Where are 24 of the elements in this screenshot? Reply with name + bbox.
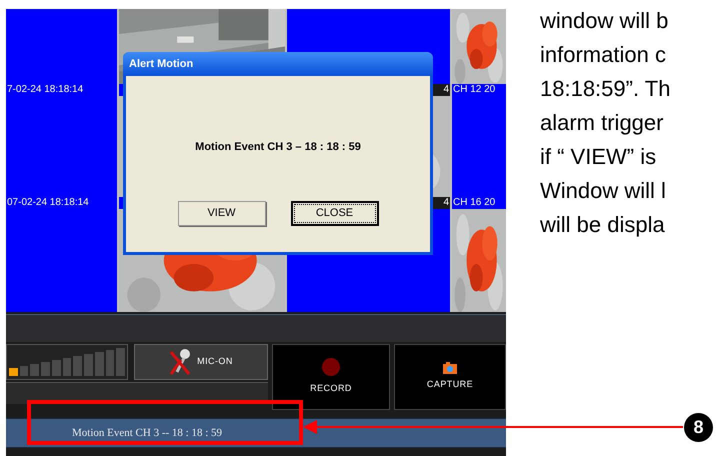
description-line: alarm trigger [540,109,664,137]
description-line: if “ VIEW” is [540,143,658,171]
description-line: 18:18:59”. Th [540,75,670,103]
description-line: Window will l [540,177,667,205]
capture-button[interactable]: CAPTURE [394,344,506,410]
record-button[interactable]: RECORD [272,344,390,410]
dialog-button[interactable]: CLOSE [290,200,378,226]
camera-caption: 4 [442,198,450,208]
camera-caption: 7-02-24 18:18:14 [6,85,84,95]
description-line: will be displa [540,211,666,239]
description-line: window will b [540,7,670,35]
camera-caption: 4 [442,85,450,95]
dialog-title: Alert Motion [129,56,194,72]
record-icon [322,358,340,376]
mic-button[interactable]: MIC-ON [134,344,268,380]
camera-caption: CH 16 20 [452,198,496,208]
dialog-message: Motion Event CH 3 – 18 : 18 : 59 [195,140,361,155]
callout-number: 8 [684,413,713,442]
dialog-button[interactable]: VIEW [178,200,266,226]
description-line: information c [540,41,667,69]
camera-icon [443,362,457,374]
camera-caption: CH 12 20 [452,85,496,95]
camera-caption: 07-02-24 18:18:14 [6,198,90,208]
status-text: Motion Event CH 3 -- 18 : 18 : 59 [72,426,222,441]
